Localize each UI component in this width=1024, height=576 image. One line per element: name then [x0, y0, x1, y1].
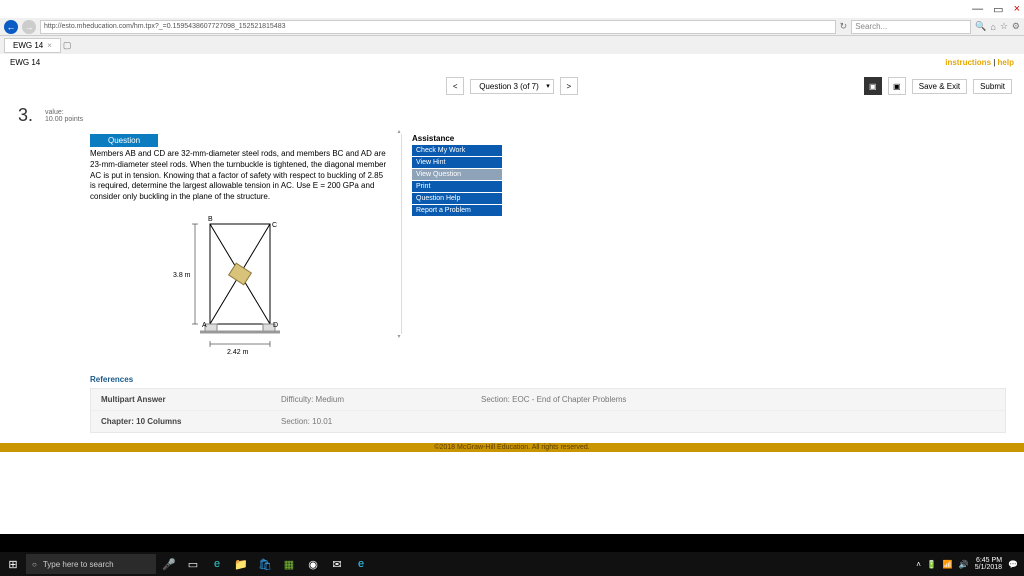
table-row: Multipart Answer Difficulty: Medium Sect…	[91, 389, 1005, 410]
magnify-icon[interactable]: 🔍	[975, 21, 986, 32]
svg-text:D: D	[273, 322, 278, 329]
store-icon[interactable]: 🛍	[254, 553, 276, 575]
browser-tabs: EWG 14 × ▢	[0, 36, 1024, 54]
window-titlebar: — ▭ ×	[0, 0, 1024, 18]
tab-ewg14[interactable]: EWG 14 ×	[4, 38, 61, 53]
svg-text:B: B	[208, 216, 213, 223]
svg-text:A: A	[202, 322, 207, 329]
question-number: 3.	[18, 105, 33, 126]
references-heading[interactable]: References	[90, 375, 1006, 384]
question-text: Members AB and CD are 32-mm-diameter ste…	[90, 149, 390, 203]
assistance-panel: Assistance Check My Work View Hint View …	[412, 134, 502, 361]
mic-icon[interactable]: 🎤	[158, 553, 180, 575]
question-tab: Question	[90, 134, 158, 147]
home-icon[interactable]: ⌂	[990, 22, 995, 32]
search-input[interactable]: Search...	[851, 20, 971, 34]
ie-icon[interactable]: e	[350, 553, 372, 575]
back-button[interactable]: ←	[4, 20, 18, 34]
question-selector[interactable]: Question 3 (of 7)	[470, 79, 554, 94]
report-problem-button[interactable]: Report a Problem	[412, 205, 502, 216]
help-link[interactable]: help	[998, 58, 1014, 67]
edge-icon[interactable]: e	[206, 553, 228, 575]
task-view-icon[interactable]: ▭	[182, 553, 204, 575]
table-row: Chapter: 10 Columns Section: 10.01	[91, 410, 1005, 432]
maximize-button[interactable]: ▭	[993, 3, 1003, 16]
app-icon[interactable]: ▦	[278, 553, 300, 575]
svg-text:3.8 m: 3.8 m	[173, 272, 191, 279]
explorer-icon[interactable]: 📁	[230, 553, 252, 575]
svg-text:2.42 m: 2.42 m	[227, 349, 249, 356]
course-label: EWG 14	[10, 58, 40, 67]
windows-taskbar: ⊞ ○Type here to search 🎤 ▭ e 📁 🛍 ▦ ◉ ✉ e…	[0, 552, 1024, 576]
question-panel: Question Members AB and CD are 32-mm-dia…	[90, 134, 390, 361]
print-icon[interactable]: ▣	[888, 77, 906, 95]
address-bar: ← → http://esto.mheducation.com/hm.tpx?_…	[0, 18, 1024, 36]
minimize-button[interactable]: —	[972, 3, 983, 15]
prev-question-button[interactable]: <	[446, 77, 464, 95]
tools-icon[interactable]: ⚙	[1012, 21, 1020, 32]
footer-copyright: ©2018 McGraw-Hill Education. All rights …	[0, 443, 1024, 452]
tray-up-icon[interactable]: ˄	[916, 560, 921, 569]
start-button[interactable]: ⊞	[2, 553, 24, 575]
question-nav: < Question 3 (of 7) > ▣ ▣ Save & Exit Su…	[0, 77, 1024, 95]
check-work-button[interactable]: Check My Work	[412, 145, 502, 156]
page-content: EWG 14 instructions | help < Question 3 …	[0, 54, 1024, 534]
forward-button[interactable]: →	[22, 20, 36, 34]
pane-divider[interactable]	[398, 134, 404, 361]
ebook-icon[interactable]: ▣	[864, 77, 882, 95]
wifi-icon[interactable]: 📶	[943, 560, 953, 569]
view-hint-button[interactable]: View Hint	[412, 157, 502, 168]
tab-close-icon[interactable]: ×	[47, 41, 52, 50]
system-tray[interactable]: ˄ 🔋 📶 🔊 6:45 PM5/1/2018 💬	[916, 557, 1022, 571]
mail-icon[interactable]: ✉	[326, 553, 348, 575]
next-question-button[interactable]: >	[560, 77, 578, 95]
svg-text:C: C	[272, 222, 277, 229]
url-field[interactable]: http://esto.mheducation.com/hm.tpx?_=0.1…	[40, 20, 836, 34]
close-button[interactable]: ×	[1014, 3, 1020, 15]
refresh-icon[interactable]: ↻	[840, 21, 848, 32]
clock[interactable]: 6:45 PM5/1/2018	[975, 557, 1002, 571]
submit-button[interactable]: Submit	[973, 79, 1012, 94]
notifications-icon[interactable]: 💬	[1008, 560, 1018, 569]
instructions-link[interactable]: instructions	[945, 58, 991, 67]
chrome-icon[interactable]: ◉	[302, 553, 324, 575]
metadata-table: Multipart Answer Difficulty: Medium Sect…	[90, 388, 1006, 433]
view-question-button[interactable]: View Question	[412, 169, 502, 180]
assistance-title: Assistance	[412, 134, 502, 143]
cortana-icon: ○	[32, 560, 37, 569]
taskbar-search[interactable]: ○Type here to search	[26, 554, 156, 574]
new-tab-icon[interactable]: ▢	[63, 40, 72, 51]
question-help-button[interactable]: Question Help	[412, 193, 502, 204]
battery-icon[interactable]: 🔋	[927, 560, 937, 569]
favorites-icon[interactable]: ☆	[1000, 21, 1008, 32]
volume-icon[interactable]: 🔊	[959, 560, 969, 569]
figure: B C A D 3.8 m 2.42 m	[90, 209, 390, 361]
print-button[interactable]: Print	[412, 181, 502, 192]
tab-label: EWG 14	[13, 41, 43, 50]
save-exit-button[interactable]: Save & Exit	[912, 79, 967, 94]
